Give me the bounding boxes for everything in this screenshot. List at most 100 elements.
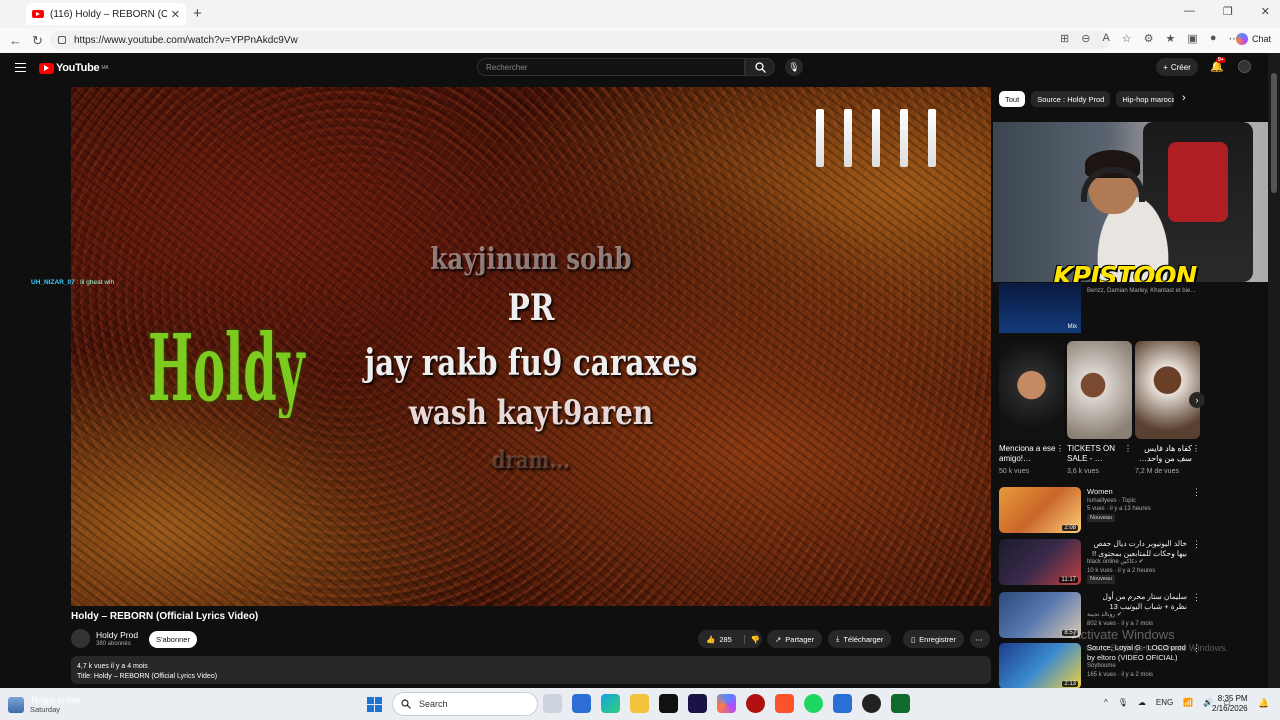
rec-title: Women bbox=[1087, 487, 1113, 496]
clock[interactable]: 8:35 PM 2/16/2026 bbox=[1212, 694, 1248, 714]
activate-windows-sub: Go to Settings to activate Windows. bbox=[1086, 643, 1229, 653]
rec-meta: 5 vues · il y a 13 heures bbox=[1087, 506, 1151, 512]
rec-title: سليمان ستار محرم من أول نظرة + شباب اليو… bbox=[1102, 592, 1187, 611]
duration: 2:13 bbox=[1062, 681, 1078, 687]
search-input[interactable]: Rechercher bbox=[477, 58, 745, 76]
store-icon[interactable] bbox=[572, 694, 591, 713]
search-button[interactable] bbox=[745, 58, 775, 76]
short-title: كفاه هاد فايس سف من واحد… bbox=[1138, 444, 1192, 463]
app-green-icon[interactable] bbox=[891, 694, 910, 713]
url-field[interactable]: https://www.youtube.com/watch?v=YPPnAkdc… bbox=[50, 31, 1110, 49]
maximize-icon[interactable]: ❐ bbox=[1223, 5, 1233, 18]
more-icon[interactable]: ⋮ bbox=[1192, 592, 1201, 603]
chip-source[interactable]: Source : Holdy Prod bbox=[1031, 91, 1111, 107]
obs-icon[interactable] bbox=[862, 694, 881, 713]
taskbar-search[interactable]: Search bbox=[392, 692, 538, 716]
dislike-icon[interactable]: 👎 bbox=[743, 634, 760, 644]
edge-icon[interactable] bbox=[601, 694, 620, 713]
copilot-icon[interactable] bbox=[717, 694, 736, 713]
more-icon[interactable]: ⋮ bbox=[1192, 487, 1201, 498]
mic-icon[interactable]: 🎙 bbox=[1118, 698, 1128, 707]
site-info-icon[interactable] bbox=[58, 36, 66, 44]
youtube-logo[interactable]: YouTube MA bbox=[39, 62, 109, 74]
channel-avatar[interactable] bbox=[71, 629, 90, 648]
shorts-next-icon[interactable]: › bbox=[1189, 392, 1205, 408]
menu-icon[interactable] bbox=[15, 63, 26, 72]
more-icon[interactable]: ⋮ bbox=[1192, 539, 1201, 550]
minimize-icon[interactable]: — bbox=[1184, 5, 1195, 18]
voice-search-icon[interactable]: 🎙 bbox=[785, 58, 803, 76]
notes-icon[interactable] bbox=[833, 694, 852, 713]
rec-meta: 10 k vues · il y a 2 heures bbox=[1087, 567, 1156, 574]
download-button[interactable]: ⤓ Télécharger bbox=[828, 630, 892, 648]
weather-widget[interactable]: Temps to rise Saturday bbox=[8, 695, 81, 714]
chip-genre[interactable]: Hip-hop marocain bbox=[1116, 91, 1175, 107]
more-icon[interactable]: ⋮ bbox=[1192, 444, 1200, 466]
video-bars-graphic bbox=[816, 109, 936, 167]
network-icon[interactable]: 📶 bbox=[1183, 698, 1193, 707]
like-icon[interactable]: 👍 bbox=[706, 635, 715, 644]
notifications-icon[interactable]: 🔔 9+ bbox=[1210, 57, 1226, 73]
taskbar-apps bbox=[543, 694, 910, 713]
more-actions-icon[interactable]: ⋯ bbox=[970, 630, 990, 648]
favorites-icon[interactable]: ★ bbox=[1166, 32, 1176, 45]
collections-icon[interactable]: ▣ bbox=[1187, 32, 1197, 45]
channel-name[interactable]: Holdy Prod bbox=[96, 630, 138, 640]
brave-icon[interactable] bbox=[775, 694, 794, 713]
more-icon[interactable]: ⋮ bbox=[1124, 444, 1132, 466]
extensions-icon[interactable]: ⚙ bbox=[1144, 32, 1154, 45]
premiere-icon[interactable] bbox=[688, 694, 707, 713]
cloud-icon[interactable]: ☁ bbox=[1138, 698, 1146, 707]
short-item[interactable]: كفاه هاد فايس سف من واحد… ⋮ 7,2 M de vues bbox=[1135, 341, 1200, 475]
browser-tab[interactable]: (116) Holdy – REBORN (Official Lyr… ✕ bbox=[26, 3, 186, 25]
subscribe-button[interactable]: S'abonner bbox=[149, 631, 197, 648]
start-icon[interactable] bbox=[367, 697, 382, 712]
short-item[interactable]: Menciona a ese amigo!… ⋮ 50 k vues bbox=[999, 341, 1064, 475]
short-thumbnail bbox=[1067, 341, 1132, 439]
chevron-up-icon[interactable]: ^ bbox=[1104, 698, 1108, 707]
capcut-icon[interactable] bbox=[659, 694, 678, 713]
like-count[interactable]: 285 bbox=[719, 635, 732, 644]
back-icon[interactable]: ← bbox=[9, 33, 22, 48]
list-item[interactable]: 2:08 Women Ismaillyees · Topic 5 vues · … bbox=[999, 487, 1201, 533]
scrollbar-thumb[interactable] bbox=[1271, 73, 1277, 193]
short-title: TICKETS ON SALE - … bbox=[1067, 444, 1116, 463]
avatar[interactable] bbox=[1238, 60, 1251, 73]
app-red-icon[interactable] bbox=[746, 694, 765, 713]
read-aloud-icon[interactable]: A bbox=[1102, 32, 1109, 45]
file-explorer-icon[interactable] bbox=[630, 694, 649, 713]
logo-text: YouTube bbox=[56, 62, 100, 74]
language-indicator[interactable]: ENG bbox=[1156, 698, 1173, 707]
task-view-icon[interactable] bbox=[543, 694, 562, 713]
close-tab-icon[interactable]: ✕ bbox=[171, 8, 180, 21]
close-window-icon[interactable]: ✕ bbox=[1261, 5, 1270, 18]
mix-thumbnail[interactable]: Mix bbox=[999, 283, 1081, 333]
more-icon[interactable]: ⋮ bbox=[1056, 444, 1064, 466]
app-icon[interactable]: ⊞ bbox=[1060, 32, 1069, 45]
short-item[interactable]: TICKETS ON SALE - … ⋮ 3,6 k vues bbox=[1067, 341, 1132, 475]
list-item[interactable]: 11:17 خالد اليوتيوبر دارت ديال حفص بيها … bbox=[999, 539, 1201, 585]
favorite-icon[interactable]: ☆ bbox=[1122, 32, 1132, 45]
url-actions: ⊞ ⊖ A ☆ ⚙ ★ ▣ ● ⋯ bbox=[1060, 32, 1239, 45]
zoom-icon[interactable]: ⊖ bbox=[1081, 32, 1090, 45]
spotify-icon[interactable] bbox=[804, 694, 823, 713]
chip-all[interactable]: Tout bbox=[999, 91, 1026, 107]
scrollbar[interactable] bbox=[1268, 53, 1280, 688]
notification-center-icon[interactable]: 🔔 bbox=[1258, 698, 1269, 709]
reload-icon[interactable]: ↻ bbox=[32, 33, 43, 49]
tab-title: (116) Holdy – REBORN (Official Lyr… bbox=[50, 8, 167, 20]
video-thumbnail: 2:13 bbox=[999, 643, 1081, 689]
save-button[interactable]: ▯ Enregistrer bbox=[903, 630, 964, 648]
new-tab-icon[interactable]: + bbox=[193, 5, 202, 22]
copilot-chat-button[interactable]: Chat bbox=[1236, 33, 1271, 45]
streamer-brand-text: KPISTOON bbox=[1053, 262, 1197, 282]
download-icon: ⤓ bbox=[836, 634, 840, 643]
chevron-right-icon[interactable]: › bbox=[1182, 92, 1186, 104]
profile-icon[interactable]: ● bbox=[1210, 32, 1217, 45]
description-box[interactable]: 4,7 k vues il y a 4 mois Title: Holdy – … bbox=[71, 656, 991, 684]
search-icon bbox=[754, 61, 766, 73]
share-button[interactable]: ↗ Partager bbox=[767, 630, 823, 648]
create-button[interactable]: + Créer bbox=[1156, 58, 1198, 76]
stream-chat-overlay: UH_NIZAR_07 : lil gheat wlh bbox=[31, 279, 114, 286]
url-text: https://www.youtube.com/watch?v=YPPnAkdc… bbox=[74, 34, 298, 46]
